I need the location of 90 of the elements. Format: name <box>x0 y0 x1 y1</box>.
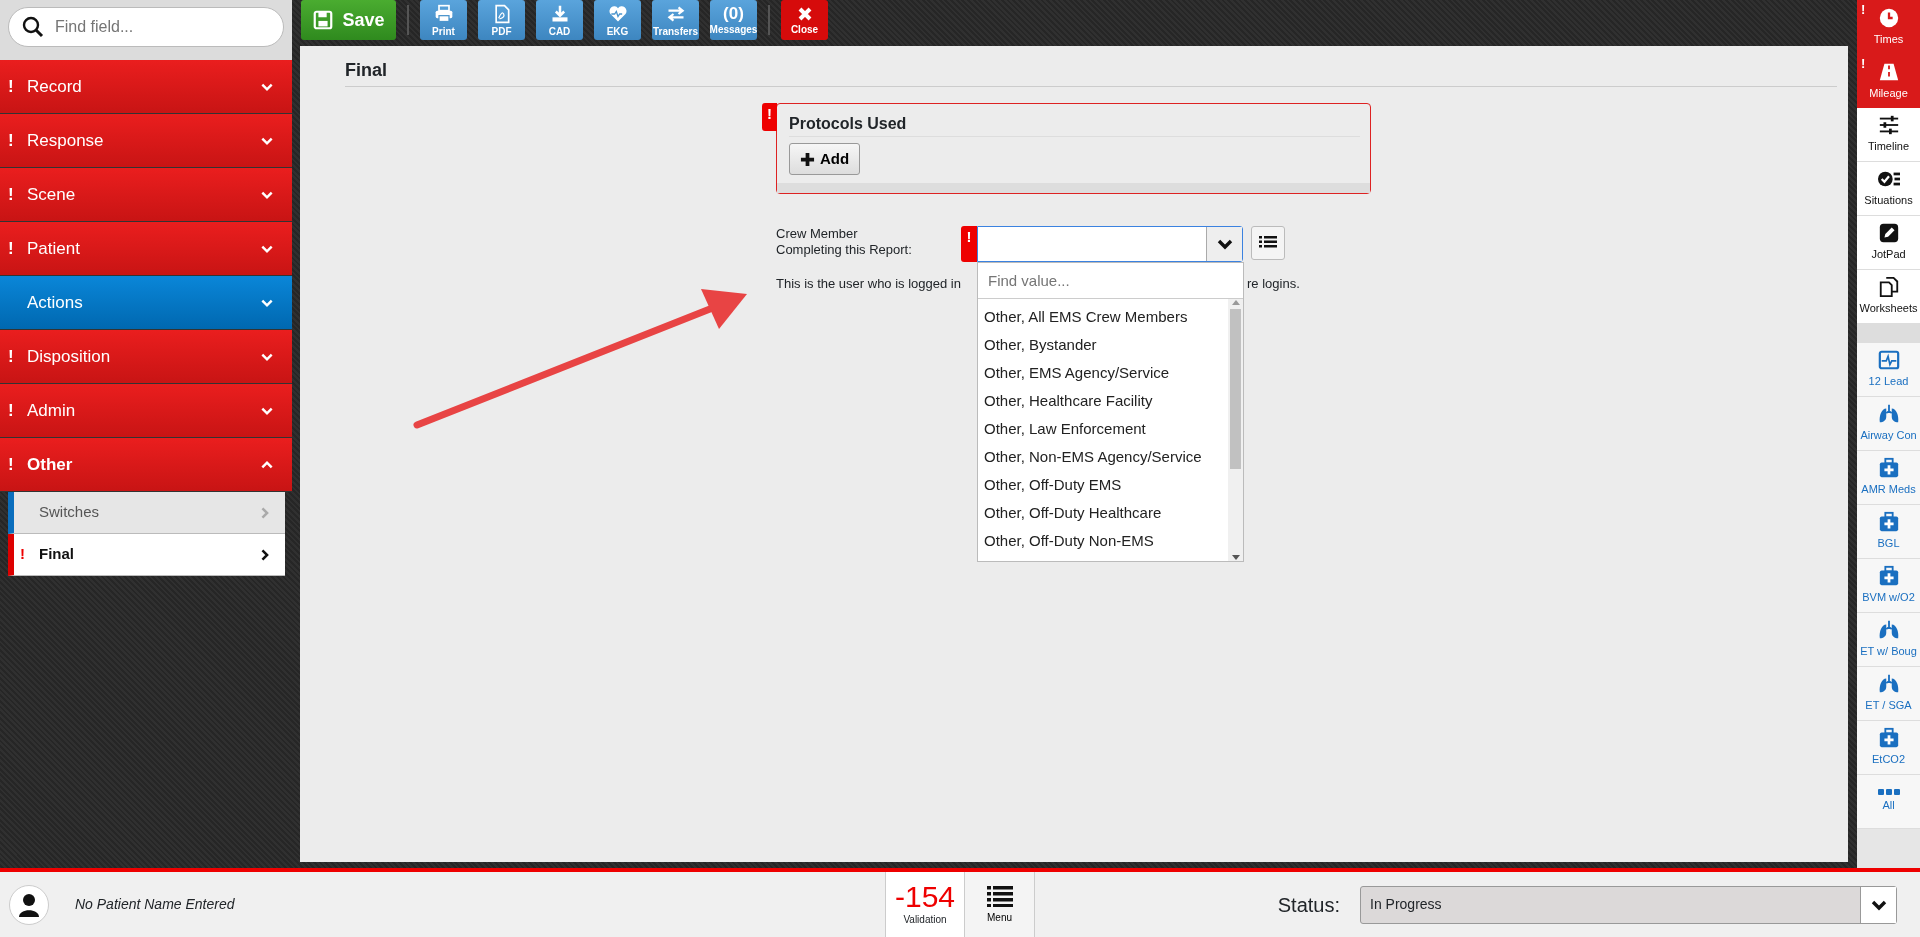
sidebar-button[interactable]: 12 Lead <box>1857 343 1920 397</box>
status-label: Status: <box>1277 892 1340 918</box>
validation-counter[interactable]: -154 Validation <box>885 872 964 937</box>
section-title: Protocols Used <box>789 114 1360 138</box>
heart-monitor-icon <box>1877 349 1900 372</box>
field-label: Crew Member Completing this Report: <box>776 226 913 259</box>
sidebar-button[interactable]: Timeline <box>1857 108 1920 162</box>
menu-icon <box>986 884 1013 907</box>
toolbar-button[interactable]: Print <box>420 0 467 40</box>
sidebar-button[interactable]: ! Times <box>1857 0 1920 54</box>
crew-member-dropdown[interactable] <box>977 226 1243 263</box>
status-dropdown[interactable]: In Progress <box>1360 885 1897 924</box>
alert-icon: ! <box>8 127 27 154</box>
dots-icon <box>1877 789 1900 796</box>
help-text: re logins. <box>1247 275 1300 294</box>
alert-icon: ! <box>8 73 27 100</box>
close-button[interactable]: Close <box>781 0 828 40</box>
section-item[interactable]: ! Other <box>0 438 292 492</box>
section-item[interactable]: ! Admin <box>0 384 292 438</box>
medical-kit-icon <box>1877 565 1900 588</box>
copy-icon <box>1877 276 1900 299</box>
alert-icon: ! <box>8 451 27 478</box>
sidebar-spacer <box>1857 324 1920 343</box>
alert-icon: ! <box>961 226 977 263</box>
search-icon <box>22 16 44 38</box>
sidebar-button[interactable]: EtCO2 <box>1857 721 1920 775</box>
search-field[interactable]: Find field... <box>8 7 284 47</box>
toolbar-button[interactable]: CAD <box>536 0 583 40</box>
page-title: Final <box>345 46 1837 87</box>
plus-icon <box>800 151 815 167</box>
alert-icon: ! <box>8 397 27 424</box>
menu-button[interactable]: Menu <box>964 872 1035 937</box>
dropdown-option[interactable]: Other, EMS Agency/Service <box>978 359 1228 388</box>
medical-kit-icon <box>1877 727 1900 750</box>
alert-icon: ! <box>1861 0 1866 20</box>
sidebar-button[interactable]: ET w/ Boug <box>1857 613 1920 667</box>
alert-icon: ! <box>8 235 27 262</box>
dropdown-option[interactable]: Other, Bystander <box>978 331 1228 360</box>
subsection-item[interactable]: Switches <box>8 492 285 534</box>
section-item[interactable]: ! Patient <box>0 222 292 276</box>
save-icon <box>312 9 335 31</box>
patient-name: No Patient Name Entered <box>75 895 235 914</box>
save-button[interactable]: Save <box>301 0 396 40</box>
alert-icon: ! <box>20 543 39 566</box>
alert-icon: ! <box>1861 54 1866 74</box>
help-text: This is the user who is logged in <box>776 275 962 294</box>
section-item[interactable]: ! Scene <box>0 168 292 222</box>
sidebar-button[interactable]: ET / SGA <box>1857 667 1920 721</box>
dropdown-option[interactable]: Other, Off-Duty EMS <box>978 471 1228 500</box>
person-icon <box>18 892 40 917</box>
sidebar-button[interactable]: ! Mileage <box>1857 54 1920 108</box>
sliders-icon <box>1877 114 1900 137</box>
alert-icon: ! <box>762 103 777 131</box>
dropdown-option[interactable]: Other, Healthcare Facility <box>978 387 1228 416</box>
medical-kit-icon <box>1877 457 1900 480</box>
sidebar-button[interactable]: BGL <box>1857 505 1920 559</box>
list-button[interactable] <box>1251 226 1285 261</box>
section-item[interactable]: Actions <box>0 276 292 330</box>
dropdown-option[interactable]: Other, Off-Duty Healthcare <box>978 499 1228 528</box>
alert-icon: ! <box>8 181 27 208</box>
sidebar-button[interactable]: All <box>1857 775 1920 829</box>
scroll-down-icon <box>1231 555 1240 562</box>
add-button[interactable]: Add <box>789 143 861 176</box>
sidebar-button[interactable]: JotPad <box>1857 216 1920 270</box>
toolbar-button[interactable]: Transfers <box>652 0 699 40</box>
subsection-item[interactable]: ! Final <box>8 534 285 576</box>
toolbar-button[interactable]: PDF <box>478 0 525 40</box>
printer-icon <box>433 3 454 24</box>
scrollbar[interactable] <box>1228 299 1243 562</box>
dropdown-toggle[interactable] <box>1206 227 1242 262</box>
alert-icon: ! <box>8 343 27 370</box>
dropdown-option[interactable]: Other, Non-EMS Agency/Service <box>978 443 1228 472</box>
sidebar-button[interactable]: BVM w/O2 <box>1857 559 1920 613</box>
dropdown-option[interactable]: Other, Off-Duty Non-EMS <box>978 527 1228 556</box>
dropdown-option[interactable]: Other, Law Enforcement <box>978 415 1228 444</box>
heart-icon <box>607 3 628 24</box>
sidebar-button[interactable]: Worksheets <box>1857 270 1920 324</box>
medical-kit-icon <box>1877 511 1900 534</box>
clock-icon <box>1877 6 1900 29</box>
toolbar-button[interactable]: EKG <box>594 0 641 40</box>
messages-button[interactable]: (0) Messages <box>710 0 757 40</box>
sidebar-button[interactable]: Situations <box>1857 162 1920 216</box>
section-item[interactable]: ! Record <box>0 60 292 114</box>
sidebar-button[interactable]: Airway Con <box>1857 397 1920 451</box>
section-item[interactable]: ! Response <box>0 114 292 168</box>
sidebar-button[interactable]: AMR Meds <box>1857 451 1920 505</box>
pencil-icon <box>1877 222 1900 245</box>
dropdown-option[interactable]: Other, All EMS Crew Members <box>978 303 1228 332</box>
section-item[interactable]: ! Disposition <box>0 330 292 384</box>
close-icon <box>796 5 813 22</box>
